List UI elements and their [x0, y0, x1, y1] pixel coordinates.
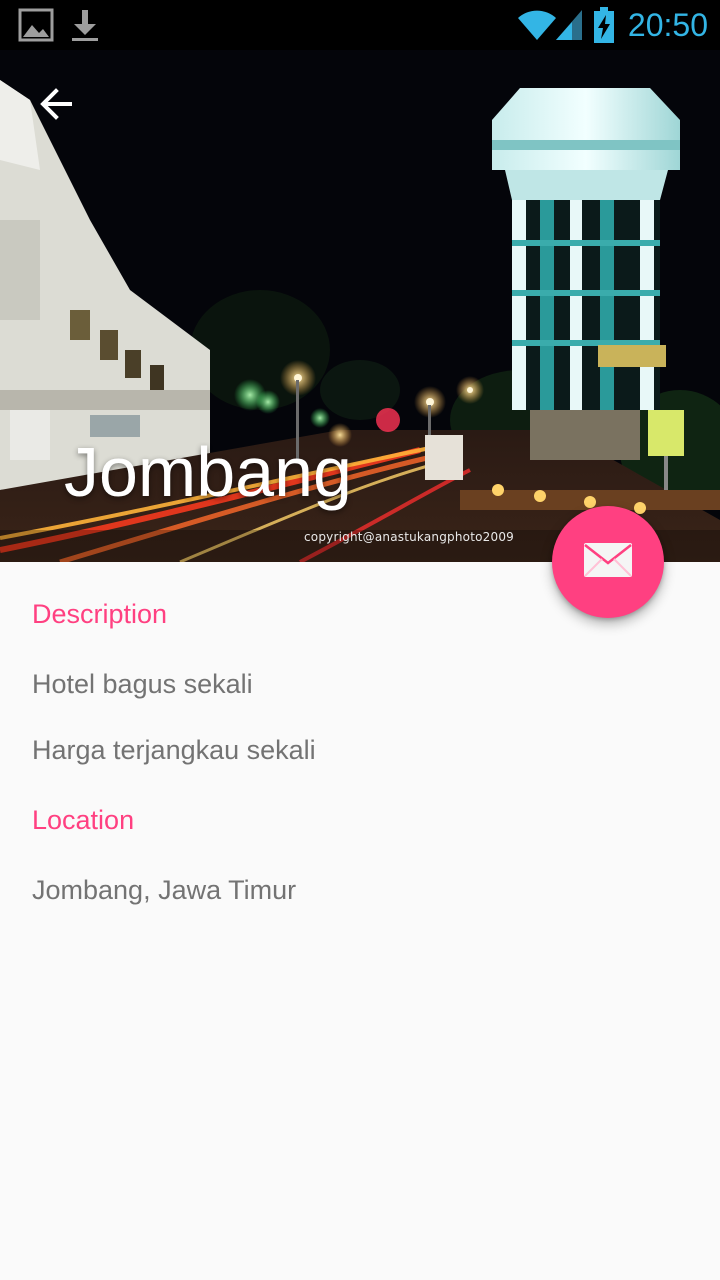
photo-credit: copyright@anastukangphoto2009: [304, 530, 514, 544]
location-heading: Location: [32, 805, 135, 835]
wifi-icon: [516, 8, 558, 47]
status-bar: 20:50: [0, 0, 720, 50]
send-mail-button[interactable]: [552, 506, 664, 618]
status-time: 20:50: [627, 7, 708, 43]
page-title: Jombang: [64, 433, 352, 511]
back-button[interactable]: [24, 74, 88, 138]
cell-signal-icon: [554, 8, 584, 47]
image-notification-icon: [18, 8, 54, 47]
description-line: Harga terjangkau sekali: [32, 735, 316, 765]
location-value: Jombang, Jawa Timur: [32, 875, 297, 905]
battery-charging-icon: [592, 6, 616, 49]
arrow-back-icon: [38, 87, 74, 125]
description-heading: Description: [32, 599, 168, 629]
description-line: Hotel bagus sekali: [32, 669, 253, 699]
mail-icon: [583, 542, 633, 583]
download-notification-icon: [70, 8, 100, 47]
